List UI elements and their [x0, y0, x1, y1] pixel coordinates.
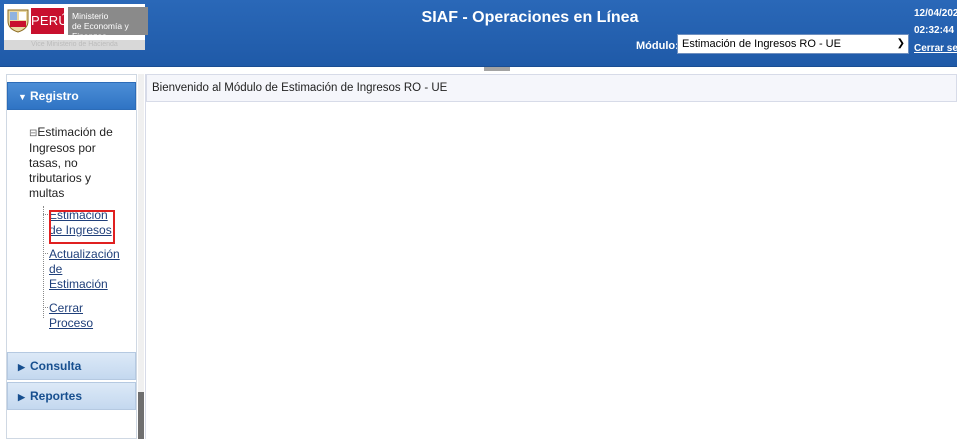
- tree-node-estimacion-ingresos[interactable]: ⊟Estimación de Ingresos por tasas, no tr…: [29, 125, 129, 201]
- session-date: 12/04/202: [914, 8, 957, 19]
- tree-root-line5: multas: [29, 186, 65, 200]
- modulo-select-value: Estimación de Ingresos RO - UE: [682, 38, 841, 50]
- ministry-name: Ministerio de Economía y Finanzas: [68, 7, 148, 41]
- tree-item-line: Actualización: [49, 247, 120, 261]
- sidebar-section-label: Consulta: [30, 359, 82, 373]
- caret-right-icon: ▶: [18, 392, 25, 402]
- selection-highlight: [49, 210, 115, 244]
- tree-connector: [43, 206, 45, 318]
- app-title: SIAF - Operaciones en Línea: [421, 9, 639, 26]
- sidebar: ▼ Registro ⊟Estimación de Ingresos por ta…: [6, 74, 137, 439]
- sidebar-scroll-track[interactable]: [138, 74, 144, 392]
- sidebar-section-reportes[interactable]: ▶ Reportes: [7, 382, 136, 410]
- tree-item-line: Estimación: [49, 277, 108, 291]
- tree-root-line3: tasas, no: [29, 156, 78, 170]
- splitter-handle[interactable]: [484, 67, 510, 71]
- tree-item-line: de: [49, 262, 63, 276]
- ministry-subtitle: Vice Ministerio de Hacienda: [4, 40, 145, 50]
- ministry-line1: Ministerio: [72, 11, 109, 21]
- app-header: PERÚ Ministerio de Economía y Finanzas V…: [0, 0, 957, 67]
- sidebar-section-consulta[interactable]: ▶ Consulta: [7, 352, 136, 380]
- tree-branch: [43, 307, 48, 308]
- tree-root-line2: Ingresos por: [29, 141, 96, 155]
- tree-item-line: Proceso: [49, 316, 94, 330]
- logout-link[interactable]: Cerrar sesi: [914, 43, 957, 54]
- caret-right-icon: ▶: [18, 362, 25, 372]
- tree-branch: [43, 253, 48, 254]
- peru-logo-text: PERÚ: [31, 8, 68, 34]
- modulo-select[interactable]: Estimación de Ingresos RO - UE ❯: [677, 34, 909, 54]
- welcome-text: Bienvenido al Módulo de Estimación de In…: [152, 82, 448, 94]
- caret-down-icon: ▼: [18, 92, 27, 102]
- ministry-line2: de Economía y Finanzas: [72, 21, 129, 41]
- tree-item-cerrar-proceso[interactable]: Cerrar Proceso: [43, 301, 139, 331]
- main-welcome-bar: Bienvenido al Módulo de Estimación de In…: [146, 74, 957, 102]
- sidebar-section-label: Reportes: [30, 389, 83, 403]
- sidebar-section-registro[interactable]: ▼ Registro: [7, 82, 136, 110]
- tree-item-line: Cerrar: [49, 301, 84, 315]
- sidebar-section-label: Registro: [30, 89, 79, 103]
- modulo-label: Módulo:: [636, 40, 679, 52]
- session-time: 02:32:44: [914, 25, 955, 36]
- tree-item-actualizacion-de-estimacion[interactable]: Actualización de Estimación: [43, 247, 139, 292]
- chevron-down-icon: ❯: [896, 38, 905, 49]
- sidebar-scrollbar-thumb[interactable]: [138, 392, 144, 439]
- tree-branch: [43, 214, 48, 215]
- content-divider: [145, 74, 146, 439]
- tree-root-line1: Estimación de: [37, 125, 113, 139]
- coat-of-arms-icon: [7, 9, 29, 33]
- tree-root-line4: tributarios y: [29, 171, 92, 185]
- ministry-logo: PERÚ Ministerio de Economía y Finanzas: [4, 4, 148, 41]
